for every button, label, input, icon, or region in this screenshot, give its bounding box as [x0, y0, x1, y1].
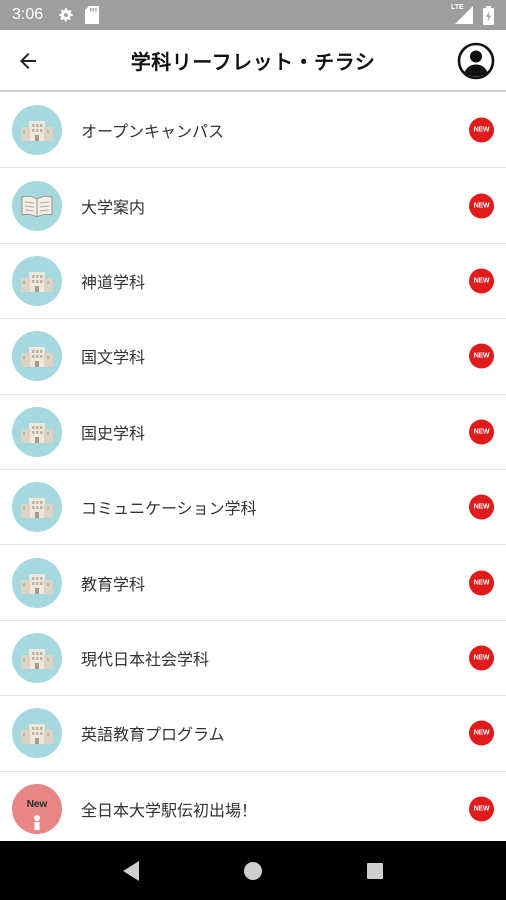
list-item-label: 教育学科: [81, 574, 146, 594]
building-icon: [12, 708, 62, 759]
new-avatar-label: New: [26, 799, 48, 811]
new-badge: NEW: [469, 268, 494, 294]
lte-signal-icon: LTE: [451, 4, 473, 24]
list-item[interactable]: オープンキャンパス NEW: [0, 93, 506, 169]
new-badge: NEW: [469, 117, 494, 143]
status-bar: 3:06 LTE: [0, 0, 506, 30]
app-bar: 学科リーフレット・チラシ: [0, 30, 506, 92]
settings-icon: [57, 6, 75, 24]
new-badge: NEW: [469, 419, 494, 445]
list-item-label: 神道学科: [81, 272, 146, 292]
list-item-label: コミュニケーション学科: [81, 499, 257, 519]
building-icon: [12, 632, 62, 683]
status-right-icons: LTE: [451, 4, 494, 25]
account-circle-icon: [457, 42, 495, 80]
book-icon: [12, 180, 62, 231]
list-item[interactable]: 現代日本社会学科 NEW: [0, 620, 506, 697]
list-item[interactable]: 神道学科 NEW: [0, 243, 506, 320]
triangle-back-icon: [121, 860, 141, 882]
list-item[interactable]: 国史学科 NEW: [0, 394, 506, 470]
account-button[interactable]: [456, 41, 496, 81]
new-badge: NEW: [469, 645, 494, 671]
list-item[interactable]: 大学案内 NEW: [0, 168, 506, 244]
network-type-label: LTE: [451, 4, 464, 11]
nav-recents-button[interactable]: [355, 851, 395, 891]
building-icon: [12, 105, 62, 156]
list-item-label: 全日本大学駅伝初出場！: [81, 800, 258, 820]
new-badge: NEW: [469, 720, 494, 746]
list-item[interactable]: コミュニケーション学科 NEW: [0, 469, 506, 546]
new-badge: NEW: [469, 494, 494, 520]
new-badge: NEW: [469, 570, 494, 596]
nav-home-button[interactable]: [233, 851, 273, 891]
circle-home-icon: [243, 861, 263, 881]
list-item-label: 現代日本社会学科: [81, 649, 210, 669]
list-item-label: 国史学科: [81, 423, 146, 443]
building-icon: [12, 482, 62, 533]
sd-card-icon: [85, 6, 100, 24]
arrow-left-icon: [16, 49, 40, 73]
list-item-label: 大学案内: [81, 197, 146, 217]
list-item[interactable]: New 全日本大学駅伝初出場！ NEW: [0, 771, 506, 841]
leaflet-list: オープンキャンパス NEW 大学案内 NEW 神道学科 NEW 国文学科 NEW…: [0, 93, 506, 841]
list-item[interactable]: 英語教育プログラム NEW: [0, 696, 506, 772]
info-new-icon: New: [12, 783, 62, 834]
battery-charging-icon: [483, 5, 494, 25]
building-icon: [12, 557, 62, 608]
nav-back-button[interactable]: [111, 851, 151, 891]
new-badge: NEW: [469, 343, 494, 369]
back-button[interactable]: [8, 41, 48, 81]
new-badge: NEW: [469, 193, 494, 219]
list-item[interactable]: 教育学科 NEW: [0, 545, 506, 621]
list-item-label: 英語教育プログラム: [81, 725, 225, 745]
list-item[interactable]: 国文学科 NEW: [0, 319, 506, 395]
building-icon: [12, 406, 62, 457]
new-badge: NEW: [469, 796, 494, 822]
list-item-label: 国文学科: [81, 348, 146, 368]
building-icon: [12, 331, 62, 382]
square-recents-icon: [366, 862, 384, 880]
page-title: 学科リーフレット・チラシ: [130, 49, 376, 74]
status-time: 3:06: [12, 6, 44, 23]
system-nav-bar: [0, 841, 506, 900]
building-icon: [12, 255, 62, 306]
list-item-label: オープンキャンパス: [81, 122, 225, 142]
